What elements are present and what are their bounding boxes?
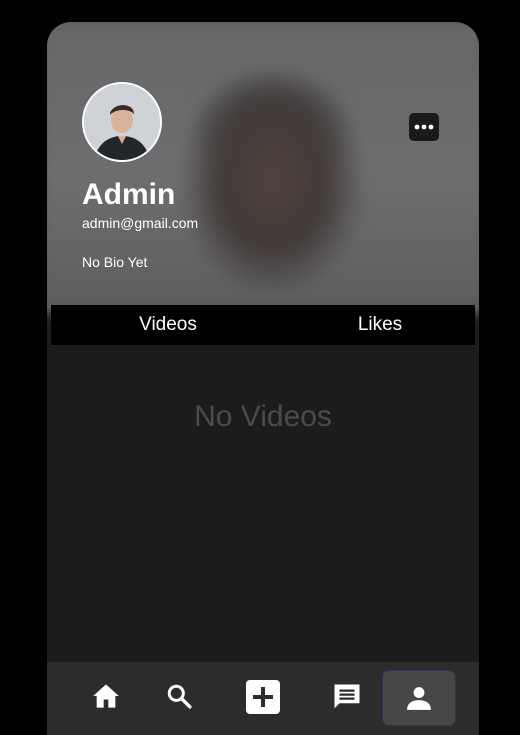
- nav-add-button[interactable]: [246, 680, 280, 714]
- nav-messages-button[interactable]: [331, 681, 363, 713]
- nav-search-button[interactable]: [164, 681, 194, 711]
- tab-likes[interactable]: Likes: [285, 305, 475, 345]
- profile-email: admin@gmail.com: [82, 215, 199, 231]
- more-options-button[interactable]: [409, 113, 439, 141]
- empty-state-message: No Videos: [194, 400, 332, 433]
- add-icon: [246, 680, 280, 714]
- avatar[interactable]: [82, 82, 162, 162]
- tab-videos-label: Videos: [139, 314, 197, 335]
- tab-likes-label: Likes: [357, 314, 403, 335]
- profile-bio: No Bio Yet: [82, 254, 148, 270]
- bottom-navbar: [47, 662, 479, 735]
- profile-name: Admin: [82, 178, 176, 211]
- profile-icon: [407, 687, 431, 710]
- tab-videos[interactable]: Videos: [51, 305, 285, 345]
- nav-home-button[interactable]: [91, 681, 121, 711]
- search-icon: [167, 684, 192, 709]
- nav-profile-button[interactable]: [383, 671, 455, 725]
- home-icon: [93, 684, 119, 708]
- chat-icon: [334, 684, 360, 709]
- profile-tabs: Videos Likes: [51, 305, 475, 345]
- app-screen: Admin admin@gmail.com No Bio Yet Videos …: [47, 22, 479, 735]
- more-dots-icon: [414, 124, 434, 130]
